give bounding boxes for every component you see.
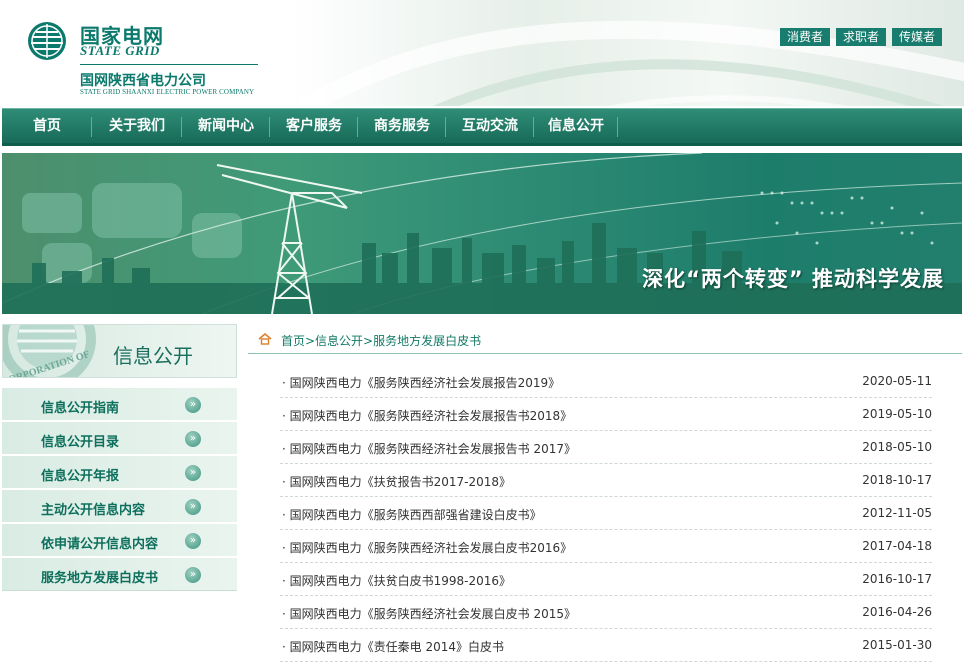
sidebar-item-label: 信息公开目录 (41, 435, 120, 450)
main-nav: 首页 关于我们 新闻中心 客户服务 商务服务 互动交流 信息公开 (2, 108, 962, 146)
sidebar-item-label: 服务地方发展白皮书 (41, 571, 159, 586)
sidebar-item-disclosure-catalog[interactable]: 信息公开目录 » (2, 422, 237, 456)
document-title-link[interactable]: · 国网陕西电力《服务陕西西部强省建设白皮书》 (282, 506, 542, 523)
consumer-link[interactable]: 消费者 (779, 28, 830, 46)
arrow-right-icon: » (185, 397, 201, 413)
nav-item-business-service[interactable]: 商务服务 (358, 109, 446, 144)
document-list: · 国网陕西电力《服务陕西经济社会发展报告2019》 2020-05-11 · … (280, 365, 932, 662)
breadcrumb-path[interactable]: 首页>信息公开>服务地方发展白皮书 (281, 332, 481, 349)
logo-divider (80, 64, 258, 65)
logo-english-name: STATE GRID (80, 43, 160, 58)
sidebar-title: 信息公开 (113, 344, 193, 368)
document-date: 2018-10-17 (862, 473, 932, 487)
nav-item-home[interactable]: 首页 (2, 109, 92, 144)
list-item[interactable]: · 国网陕西电力《服务陕西经济社会发展白皮书 2015》 2016-04-26 (280, 596, 932, 629)
document-title-link[interactable]: · 国网陕西电力《扶贫报告书2017-2018》 (282, 473, 511, 490)
banner-slogan: 深化“两个转变” 推动科学发展 (642, 267, 944, 291)
list-item[interactable]: · 国网陕西电力《服务陕西西部强省建设白皮书》 2012-11-05 (280, 497, 932, 530)
header-swirl-decoration (300, 20, 964, 106)
breadcrumb: 首页>信息公开>服务地方发展白皮书 (248, 326, 962, 354)
list-item[interactable]: · 国网陕西电力《扶贫白皮书1998-2016》 2016-10-17 (280, 563, 932, 596)
document-title-link[interactable]: · 国网陕西电力《服务陕西经济社会发展白皮书2016》 (282, 539, 572, 556)
site-header: 国家电网 STATE GRID 国网陕西省电力公司 STATE GRID SHA… (0, 0, 964, 106)
arrow-right-icon: » (185, 431, 201, 447)
list-item[interactable]: · 国网陕西电力《服务陕西经济社会发展报告2019》 2020-05-11 (280, 365, 932, 398)
state-grid-logo-icon (28, 22, 66, 60)
arrow-right-icon: » (185, 499, 201, 515)
list-item[interactable]: · 国网陕西电力《责任秦电 2014》白皮书 2015-01-30 (280, 629, 932, 662)
sidebar-item-white-paper[interactable]: 服务地方发展白皮书 » (2, 558, 237, 592)
sidebar-divider (2, 590, 237, 591)
document-date: 2015-01-30 (862, 638, 932, 652)
corporation-seal-icon: CORPORATION OF (3, 325, 96, 377)
company-english-name: STATE GRID SHAANXI ELECTRIC POWER COMPAN… (80, 88, 255, 96)
list-item[interactable]: · 国网陕西电力《扶贫报告书2017-2018》 2018-10-17 (280, 464, 932, 497)
document-title-link[interactable]: · 国网陕西电力《服务陕西经济社会发展报告2019》 (282, 374, 560, 391)
media-link[interactable]: 传媒者 (891, 28, 942, 46)
list-item[interactable]: · 国网陕西电力《服务陕西经济社会发展报告书2018》 2019-05-10 (280, 398, 932, 431)
nav-item-information-disclosure[interactable]: 信息公开 (534, 109, 618, 144)
sidebar-title-panel: CORPORATION OF 信息公开 (2, 324, 237, 378)
nav-item-about[interactable]: 关于我们 (92, 109, 182, 144)
document-title-link[interactable]: · 国网陕西电力《服务陕西经济社会发展报告书 2017》 (282, 440, 576, 457)
document-date: 2012-11-05 (862, 506, 932, 520)
sidebar-item-proactive-disclosure[interactable]: 主动公开信息内容 » (2, 490, 237, 524)
sidebar-item-label: 主动公开信息内容 (41, 503, 146, 518)
document-date: 2016-04-26 (862, 605, 932, 619)
arrow-right-icon: » (185, 533, 201, 549)
job-seeker-link[interactable]: 求职者 (835, 28, 886, 46)
arrow-right-icon: » (185, 567, 201, 583)
nav-item-customer-service[interactable]: 客户服务 (270, 109, 358, 144)
hero-banner: 深化“两个转变” 推动科学发展 (2, 153, 962, 314)
arrow-right-icon: » (185, 465, 201, 481)
sidebar-menu: 信息公开指南 » 信息公开目录 » 信息公开年报 » 主动公开信息内容 » 依申… (2, 388, 237, 592)
nav-item-interaction[interactable]: 互动交流 (446, 109, 534, 144)
company-chinese-name: 国网陕西省电力公司 (80, 73, 206, 89)
sidebar-item-label: 依申请公开信息内容 (41, 537, 159, 552)
list-item[interactable]: · 国网陕西电力《服务陕西经济社会发展白皮书2016》 2017-04-18 (280, 530, 932, 563)
document-date: 2018-05-10 (862, 440, 932, 454)
list-item[interactable]: · 国网陕西电力《服务陕西经济社会发展报告书 2017》 2018-05-10 (280, 431, 932, 464)
nav-item-news[interactable]: 新闻中心 (182, 109, 270, 144)
sidebar-item-label: 信息公开指南 (41, 401, 120, 416)
home-icon[interactable] (258, 333, 272, 345)
document-date: 2020-05-11 (862, 374, 932, 388)
document-date: 2016-10-17 (862, 572, 932, 586)
document-title-link[interactable]: · 国网陕西电力《责任秦电 2014》白皮书 (282, 638, 504, 655)
document-date: 2019-05-10 (862, 407, 932, 421)
audience-links: 消费者 求职者 传媒者 (779, 28, 942, 46)
document-title-link[interactable]: · 国网陕西电力《扶贫白皮书1998-2016》 (282, 572, 511, 589)
sidebar-item-request-disclosure[interactable]: 依申请公开信息内容 » (2, 524, 237, 558)
sidebar-item-label: 信息公开年报 (41, 469, 120, 484)
document-title-link[interactable]: · 国网陕西电力《服务陕西经济社会发展白皮书 2015》 (282, 605, 576, 622)
sidebar-item-annual-report[interactable]: 信息公开年报 » (2, 456, 237, 490)
document-title-link[interactable]: · 国网陕西电力《服务陕西经济社会发展报告书2018》 (282, 407, 572, 424)
document-date: 2017-04-18 (862, 539, 932, 553)
sidebar-item-disclosure-guide[interactable]: 信息公开指南 » (2, 388, 237, 422)
